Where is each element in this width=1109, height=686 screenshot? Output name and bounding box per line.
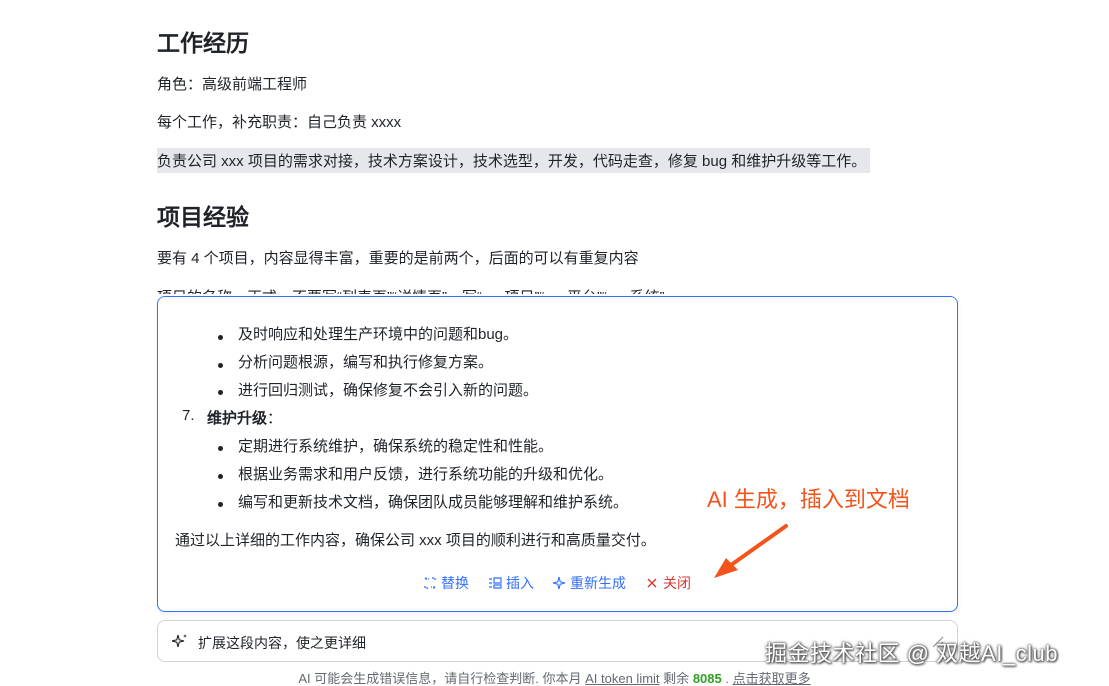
annotation-text: AI 生成，插入到文档 <box>707 487 910 512</box>
list-item: 根据业务需求和用户反馈，进行系统功能的升级和优化。 <box>238 466 614 483</box>
token-limit-link[interactable]: AI token limit <box>585 671 659 686</box>
list-number: 7. <box>182 407 195 424</box>
list-item: 分析问题根源，编写和执行修复方案。 <box>238 354 494 371</box>
ai-action-bar: 替换 插入 重新生成 关闭 <box>158 573 957 593</box>
list-item: 编写和更新技术文档，确保团队成员能够理解和维护系统。 <box>238 494 629 511</box>
footer-notice: AI 可能会生成错误信息，请自行检查判断. 你本月 AI token limit… <box>0 668 1109 686</box>
bullet-dot <box>218 390 223 395</box>
projects-line[interactable]: 要有 4 个项目，内容显得丰富，重要的是前两个，后面的可以有重复内容 <box>157 247 639 268</box>
list-item: 定期进行系统维护，确保系统的稳定性和性能。 <box>238 438 554 455</box>
remaining-count: 8085 <box>692 671 722 686</box>
selected-text-line[interactable]: 负责公司 xxx 项目的需求对接，技术方案设计，技术选型，开发，代码走查，修复 … <box>157 148 871 173</box>
item-title-maintenance: 维护升级 <box>207 410 268 427</box>
close-label: 关闭 <box>663 575 691 591</box>
scroll-fade <box>158 297 957 319</box>
bullet-dot <box>218 502 223 507</box>
replace-icon <box>424 576 436 590</box>
sparkle-icon <box>552 576 566 590</box>
close-button[interactable]: 关闭 <box>645 573 691 593</box>
summary-text: 通过以上详细的工作内容，确保公司 xxx 项目的顺利进行和高质量交付。 <box>175 532 656 549</box>
close-icon <box>647 578 657 588</box>
sparkle-icon <box>172 634 187 648</box>
watermark: 掘金技术社区 @ 双越AI_club <box>765 641 1058 666</box>
section-title-project-experience: 项目经验 <box>157 204 249 230</box>
insert-icon <box>489 577 502 589</box>
regenerate-button[interactable]: 重新生成 <box>552 573 626 593</box>
role-line[interactable]: 角色：高级前端工程师 <box>157 73 307 94</box>
prompt-text: 扩展这段内容，使之更详细 <box>198 635 366 651</box>
regenerate-label: 重新生成 <box>570 575 626 591</box>
list-item-heading: 维护升级： <box>207 407 282 428</box>
bullet-dot <box>218 474 223 479</box>
replace-label: 替换 <box>441 575 469 591</box>
ai-result-panel: 及时响应和处理生产环境中的问题和bug。 分析问题根源，编写和执行修复方案。 进… <box>157 296 958 612</box>
duty-line[interactable]: 每个工作，补充职责：自己负责 xxxx <box>157 111 401 132</box>
section-title-work-experience: 工作经历 <box>157 30 249 56</box>
item-title-colon: ： <box>267 410 283 427</box>
insert-label: 插入 <box>506 575 534 591</box>
footer-prefix: AI 可能会生成错误信息，请自行检查判断. 你本月 <box>298 671 582 686</box>
bullet-dot <box>218 363 223 368</box>
insert-button[interactable]: 插入 <box>488 573 534 593</box>
get-more-link[interactable]: 点击获取更多 <box>733 671 811 686</box>
footer-separator: . <box>725 671 729 686</box>
remaining-label: 剩余 <box>663 671 690 686</box>
replace-button[interactable]: 替换 <box>423 573 469 593</box>
list-item: 及时响应和处理生产环境中的问题和bug。 <box>238 326 519 343</box>
clipped-line[interactable]: 项目的名称，正式，不要写“列表页”“详情页”，写“xxx项目”“xxx平台”“x… <box>157 286 664 294</box>
bullet-dot <box>218 335 223 340</box>
list-item: 进行回归测试，确保修复不会引入新的问题。 <box>238 382 539 399</box>
bullet-dot <box>218 446 223 451</box>
annotation-arrow-icon <box>714 524 788 578</box>
